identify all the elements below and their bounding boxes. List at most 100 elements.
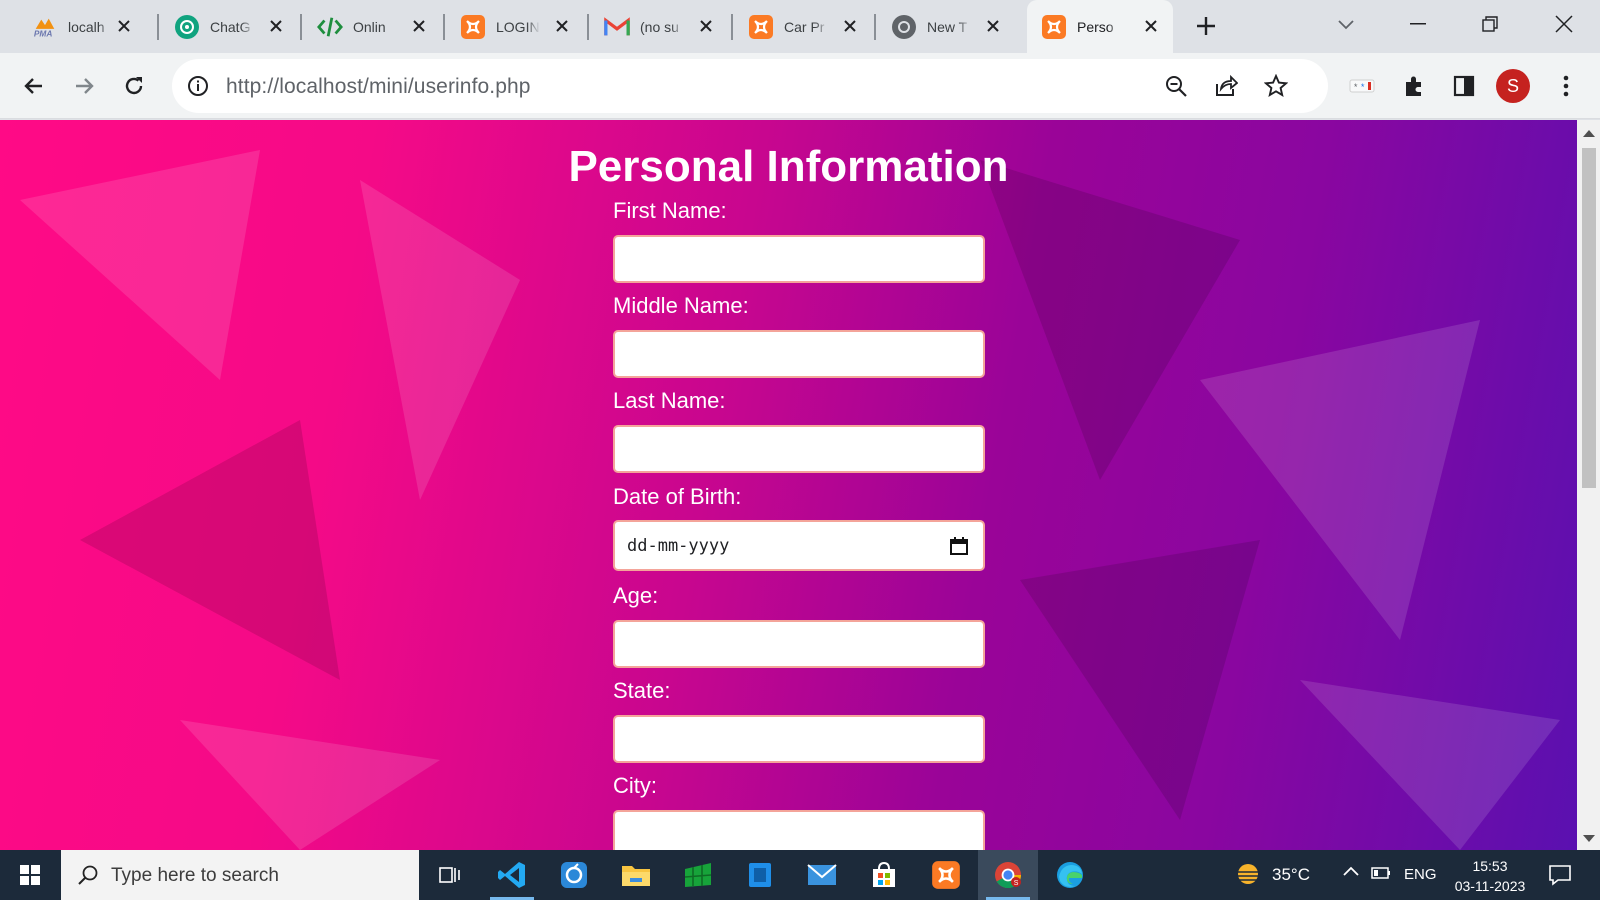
weather-icon[interactable] (1232, 860, 1264, 894)
windows-taskbar: Type here to search S 35°C ENG 15:53 03-… (0, 850, 1600, 900)
extension-badge-icon[interactable]: * * (1344, 68, 1380, 104)
age-label: Age: (613, 583, 659, 608)
back-button[interactable] (16, 68, 52, 104)
age-input[interactable] (613, 620, 985, 668)
close-tab-icon[interactable] (838, 14, 862, 38)
city-label: City: (613, 773, 657, 798)
taskbar-clock[interactable]: 15:53 03-11-2023 (1440, 856, 1540, 896)
last-name-input[interactable] (613, 425, 985, 473)
tab-title: localh (68, 18, 105, 35)
file-explorer-icon[interactable] (606, 850, 666, 900)
last-name-label: Last Name: (613, 388, 726, 413)
phpmyadmin-icon: PMA (32, 14, 58, 40)
dob-date-input[interactable]: dd-mm-yyyy (613, 520, 985, 571)
taskbar-search-box[interactable]: Type here to search (61, 850, 419, 900)
chrome-icon (891, 14, 917, 40)
tab-car-project[interactable]: Car Pr (734, 6, 872, 47)
tab-title: ChatG (210, 18, 251, 35)
xampp-icon (460, 14, 486, 40)
green-app-icon[interactable] (668, 850, 728, 900)
vscode-icon[interactable] (482, 850, 542, 900)
profile-avatar[interactable]: S (1496, 69, 1530, 103)
tab-divider (300, 14, 302, 40)
tab-title: New T (927, 18, 968, 35)
edge-icon[interactable] (1040, 850, 1100, 900)
search-placeholder: Type here to search (111, 865, 279, 886)
dob-label: Date of Birth: (613, 484, 742, 509)
middle-name-input[interactable] (613, 330, 985, 378)
windows-logo-icon (20, 865, 40, 885)
close-tab-icon[interactable] (550, 14, 574, 38)
weather-temperature[interactable]: 35°C (1272, 865, 1310, 885)
xampp-icon (748, 14, 774, 40)
store-icon[interactable] (854, 850, 914, 900)
close-tab-icon[interactable] (1139, 14, 1163, 38)
xampp-taskbar-icon[interactable] (916, 850, 976, 900)
share-icon[interactable] (1208, 68, 1244, 104)
close-tab-icon[interactable] (112, 14, 136, 38)
forward-button[interactable] (66, 68, 102, 104)
first-name-input[interactable] (613, 235, 985, 283)
site-info-icon[interactable] (186, 74, 210, 98)
tab-divider (731, 14, 733, 40)
city-input[interactable] (613, 810, 985, 850)
blue-app-icon[interactable] (730, 850, 790, 900)
first-name-label: First Name: (613, 198, 727, 223)
close-tab-icon[interactable] (981, 14, 1005, 38)
notification-icon[interactable] (1548, 863, 1572, 891)
more-menu-icon[interactable] (1548, 68, 1584, 104)
tab-chatgpt[interactable]: ChatG (160, 6, 298, 47)
search-icon (78, 865, 98, 885)
tab-divider (874, 14, 876, 40)
close-window-button[interactable] (1544, 8, 1584, 40)
tab-online-compiler[interactable]: Onlin (303, 6, 441, 47)
svg-text:S: S (1014, 880, 1019, 887)
close-tab-icon[interactable] (407, 14, 431, 38)
language-indicator[interactable]: ENG (1404, 866, 1437, 883)
tab-search-chevron-icon[interactable] (1326, 8, 1366, 40)
state-label: State: (613, 678, 671, 703)
address-bar[interactable]: http://localhost/mini/userinfo.php (172, 59, 1328, 113)
tab-personal-information[interactable]: Perso (1027, 0, 1173, 53)
tray-chevron-up-icon[interactable] (1342, 864, 1360, 882)
tab-phpmyadmin[interactable]: PMA localh (18, 6, 146, 47)
url-text[interactable]: http://localhost/mini/userinfo.php (226, 75, 531, 99)
reload-button[interactable] (116, 68, 152, 104)
svg-text:PMA: PMA (34, 28, 53, 38)
start-button[interactable] (0, 850, 60, 900)
close-tab-icon[interactable] (264, 14, 288, 38)
minimize-button[interactable] (1398, 8, 1438, 40)
calendar-icon[interactable] (949, 536, 969, 556)
tab-login[interactable]: LOGIN (446, 6, 584, 47)
mail-icon[interactable] (792, 850, 852, 900)
new-tab-button[interactable] (1192, 12, 1220, 40)
page-scrollbar[interactable] (1577, 120, 1600, 850)
restore-button[interactable] (1470, 8, 1510, 40)
gmail-icon (604, 14, 630, 40)
tab-gmail[interactable]: (no su (590, 6, 728, 47)
tab-title: (no su (640, 18, 679, 35)
page-title: Personal Information (568, 142, 1009, 191)
svg-text:*: * (1353, 83, 1358, 93)
page-viewport: Personal Information First Name: Middle … (0, 120, 1577, 850)
tab-title: LOGIN (496, 18, 540, 35)
battery-icon[interactable] (1371, 866, 1391, 884)
zoom-icon[interactable] (1158, 68, 1194, 104)
tab-title: Onlin (353, 18, 386, 35)
task-view-icon[interactable] (420, 850, 480, 900)
tab-new-tab[interactable]: New T (877, 6, 1015, 47)
browser-toolbar: http://localhost/mini/userinfo.php * * S (0, 53, 1600, 119)
tab-divider (587, 14, 589, 40)
bookmark-star-icon[interactable] (1258, 68, 1294, 104)
scrollbar-thumb[interactable] (1582, 148, 1596, 488)
side-panel-icon[interactable] (1446, 68, 1482, 104)
extensions-puzzle-icon[interactable] (1396, 68, 1432, 104)
scroll-up-arrow-icon[interactable] (1583, 130, 1595, 137)
middle-name-label: Middle Name: (613, 293, 749, 318)
snipping-icon[interactable] (544, 850, 604, 900)
chrome-taskbar-icon[interactable]: S (978, 850, 1038, 900)
scroll-down-arrow-icon[interactable] (1583, 835, 1595, 842)
code-icon (317, 14, 343, 40)
state-input[interactable] (613, 715, 985, 763)
close-tab-icon[interactable] (694, 14, 718, 38)
